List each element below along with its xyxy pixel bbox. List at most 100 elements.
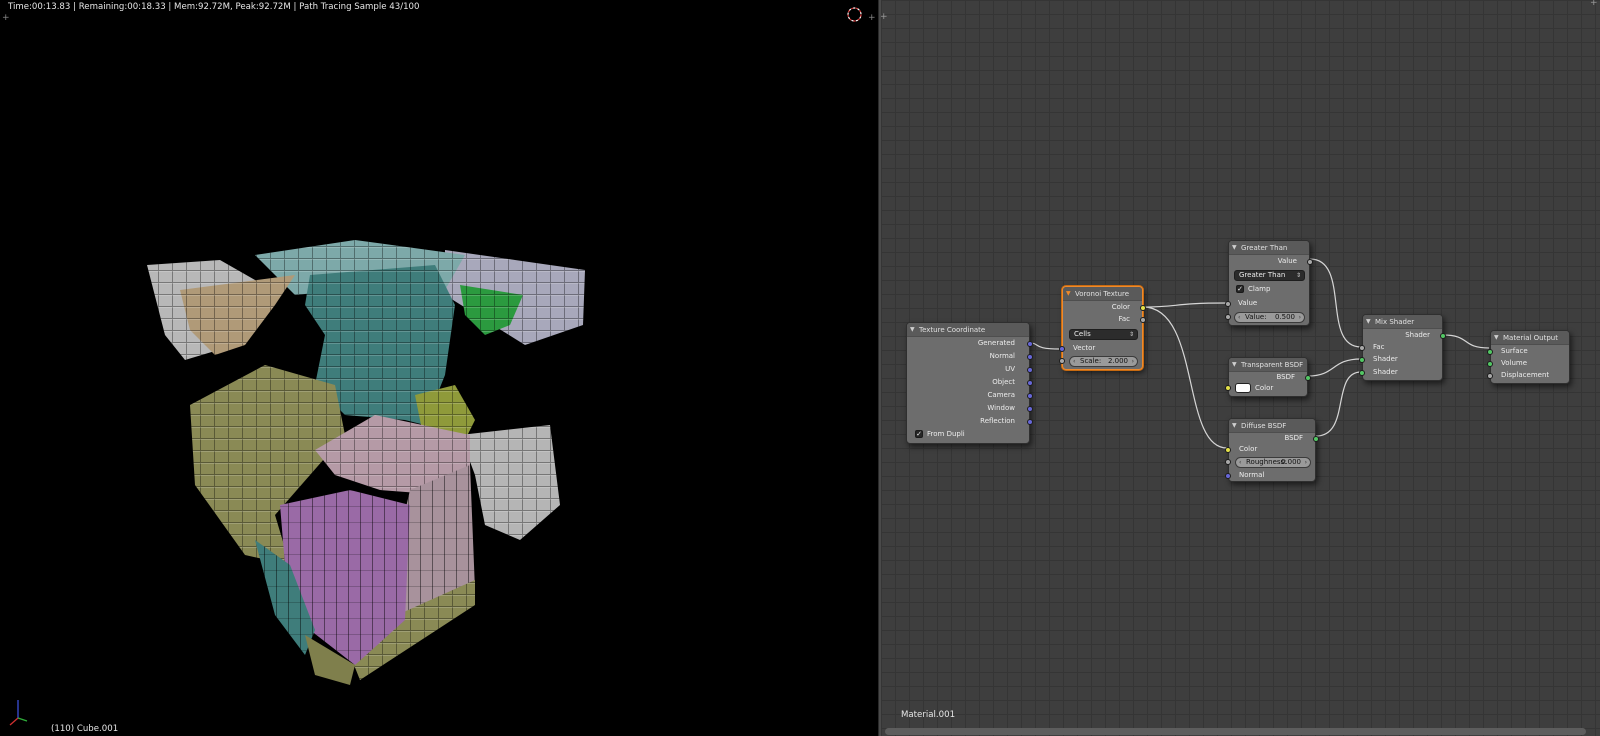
input-socket-shader-1[interactable] bbox=[1359, 357, 1365, 363]
output-label-reflection: Reflection bbox=[980, 417, 1015, 425]
3d-viewport[interactable]: Time:00:13.83 | Remaining:00:18.33 | Mem… bbox=[0, 0, 878, 736]
transparent-bsdf-header[interactable]: ▼ Transparent BSDF bbox=[1229, 358, 1307, 372]
voronoi-texture-node[interactable]: ▼ Voronoi Texture Color Fac Cells ⇕ Vect… bbox=[1059, 286, 1146, 370]
output-socket-fac[interactable] bbox=[1140, 317, 1146, 323]
material-output-node[interactable]: ▼ Material Output Surface Volume Displac… bbox=[1487, 330, 1570, 384]
input-socket-color[interactable] bbox=[1225, 447, 1231, 453]
collapse-arrow-icon[interactable]: ▼ bbox=[910, 323, 915, 337]
input-label-normal: Normal bbox=[1239, 471, 1265, 479]
node-title: Texture Coordinate bbox=[919, 326, 986, 334]
from-dupli-label: From Dupli bbox=[927, 430, 965, 438]
voxel-render-image bbox=[147, 240, 585, 685]
node-title: Material Output bbox=[1503, 334, 1558, 342]
input-socket-shader-2[interactable] bbox=[1359, 370, 1365, 376]
input-socket-normal[interactable] bbox=[1225, 473, 1231, 479]
collapse-arrow-icon[interactable]: ▼ bbox=[1232, 358, 1237, 372]
field-label: Value: bbox=[1245, 313, 1267, 321]
node-title: Voronoi Texture bbox=[1075, 290, 1130, 298]
texture-coordinate-node[interactable]: ▼ Texture Coordinate Generated Normal UV… bbox=[906, 322, 1033, 444]
output-socket-generated[interactable] bbox=[1027, 341, 1033, 347]
output-label-color: Color bbox=[1111, 303, 1130, 311]
greater-than-header[interactable]: ▼ Greater Than bbox=[1229, 241, 1309, 255]
mix-shader-header[interactable]: ▼ Mix Shader bbox=[1363, 315, 1442, 329]
input-socket-fac[interactable] bbox=[1359, 345, 1365, 351]
collapse-arrow-icon[interactable]: ▼ bbox=[1066, 287, 1071, 301]
output-label-camera: Camera bbox=[987, 391, 1015, 399]
output-socket-window[interactable] bbox=[1027, 406, 1033, 412]
input-label-surface: Surface bbox=[1501, 347, 1528, 355]
decrement-arrow-icon[interactable]: ‹ bbox=[1239, 458, 1241, 467]
decrement-arrow-icon[interactable]: ‹ bbox=[1238, 313, 1240, 322]
output-socket-value[interactable] bbox=[1307, 259, 1313, 265]
output-socket-uv[interactable] bbox=[1027, 367, 1033, 373]
input-label-displacement: Displacement bbox=[1501, 371, 1550, 379]
input-socket-scale[interactable] bbox=[1059, 358, 1065, 364]
output-label-window: Window bbox=[987, 404, 1015, 412]
output-label-uv: UV bbox=[1005, 365, 1015, 373]
texture-coordinate-header[interactable]: ▼ Texture Coordinate bbox=[907, 323, 1029, 337]
collapse-arrow-icon[interactable]: ▼ bbox=[1232, 241, 1237, 255]
input-label-value: Value bbox=[1238, 299, 1258, 307]
field-value: 0.000 bbox=[1280, 458, 1301, 466]
threshold-value-field[interactable]: ‹ Value: 0.500 › bbox=[1234, 312, 1305, 323]
output-label-fac: Fac bbox=[1118, 315, 1130, 323]
area-corner-top-left[interactable]: + bbox=[2, 13, 10, 23]
output-socket-color[interactable] bbox=[1140, 305, 1146, 311]
node-title: Mix Shader bbox=[1375, 318, 1415, 326]
from-dupli-checkbox[interactable]: ✓ bbox=[915, 430, 923, 438]
output-label-shader: Shader bbox=[1405, 331, 1430, 339]
mix-shader-node[interactable]: ▼ Mix Shader Shader Fac Shader Shader bbox=[1359, 314, 1446, 381]
dropdown-arrow-icon: ⇕ bbox=[1295, 272, 1301, 279]
input-label-vector: Vector bbox=[1073, 344, 1096, 352]
increment-arrow-icon[interactable]: › bbox=[1132, 357, 1134, 366]
greater-than-node[interactable]: ▼ Greater Than Value Greater Than ⇕ ✓ Cl… bbox=[1225, 240, 1313, 326]
output-socket-shader[interactable] bbox=[1440, 333, 1446, 339]
input-socket-surface[interactable] bbox=[1487, 349, 1493, 355]
collapse-arrow-icon[interactable]: ▼ bbox=[1232, 419, 1237, 433]
3d-cursor-icon[interactable] bbox=[846, 6, 863, 23]
transparent-bsdf-node[interactable]: ▼ Transparent BSDF BSDF Color bbox=[1225, 357, 1311, 397]
node-title: Diffuse BSDF bbox=[1241, 422, 1287, 430]
input-socket-volume[interactable] bbox=[1487, 361, 1493, 367]
output-label-generated: Generated bbox=[977, 339, 1015, 347]
voronoi-mode-dropdown[interactable]: Cells ⇕ bbox=[1069, 329, 1138, 340]
roughness-field[interactable]: ‹ Roughness: 0.000 › bbox=[1235, 457, 1311, 468]
input-socket-vector[interactable] bbox=[1059, 346, 1065, 352]
voronoi-texture-header[interactable]: ▼ Voronoi Texture bbox=[1063, 287, 1142, 301]
output-socket-bsdf[interactable] bbox=[1305, 375, 1311, 381]
material-output-header[interactable]: ▼ Material Output bbox=[1491, 331, 1569, 345]
math-operation-dropdown[interactable]: Greater Than ⇕ bbox=[1234, 270, 1305, 281]
field-value: 0.500 bbox=[1274, 313, 1295, 321]
output-socket-object[interactable] bbox=[1027, 380, 1033, 386]
node-title: Greater Than bbox=[1241, 244, 1288, 252]
input-label-volume: Volume bbox=[1501, 359, 1528, 367]
output-socket-bsdf[interactable] bbox=[1313, 436, 1319, 442]
input-socket-displacement[interactable] bbox=[1487, 373, 1493, 379]
output-socket-reflection[interactable] bbox=[1027, 419, 1033, 425]
horizontal-scrollbar[interactable] bbox=[885, 728, 1586, 735]
input-socket-roughness[interactable] bbox=[1225, 459, 1231, 465]
material-name-label: Material.001 bbox=[901, 710, 956, 720]
decrement-arrow-icon[interactable]: ‹ bbox=[1073, 357, 1075, 366]
input-socket-value-2[interactable] bbox=[1225, 314, 1231, 320]
active-object-label: (110) Cube.001 bbox=[51, 724, 119, 734]
output-socket-normal[interactable] bbox=[1027, 354, 1033, 360]
node-editor[interactable]: + + ▼ Texture Coordinate Generated Norma… bbox=[881, 0, 1600, 736]
diffuse-bsdf-header[interactable]: ▼ Diffuse BSDF bbox=[1229, 419, 1315, 433]
scale-field[interactable]: ‹ Scale: 2.000 › bbox=[1069, 356, 1138, 367]
vertical-scrollbar[interactable] bbox=[1593, 20, 1598, 700]
input-label-shader-1: Shader bbox=[1373, 355, 1398, 363]
output-label-normal: Normal bbox=[989, 352, 1015, 360]
area-corner-top-right[interactable]: + bbox=[868, 13, 876, 23]
input-socket-value-1[interactable] bbox=[1225, 301, 1231, 307]
color-swatch[interactable] bbox=[1235, 383, 1251, 393]
clamp-checkbox[interactable]: ✓ bbox=[1236, 285, 1244, 293]
input-socket-color[interactable] bbox=[1225, 385, 1231, 391]
collapse-arrow-icon[interactable]: ▼ bbox=[1494, 331, 1499, 345]
increment-arrow-icon[interactable]: › bbox=[1305, 458, 1307, 467]
increment-arrow-icon[interactable]: › bbox=[1299, 313, 1301, 322]
diffuse-bsdf-node[interactable]: ▼ Diffuse BSDF BSDF Color ‹ Roughness: 0… bbox=[1225, 418, 1319, 482]
output-socket-camera[interactable] bbox=[1027, 393, 1033, 399]
input-label-color: Color bbox=[1239, 445, 1258, 453]
collapse-arrow-icon[interactable]: ▼ bbox=[1366, 315, 1371, 329]
